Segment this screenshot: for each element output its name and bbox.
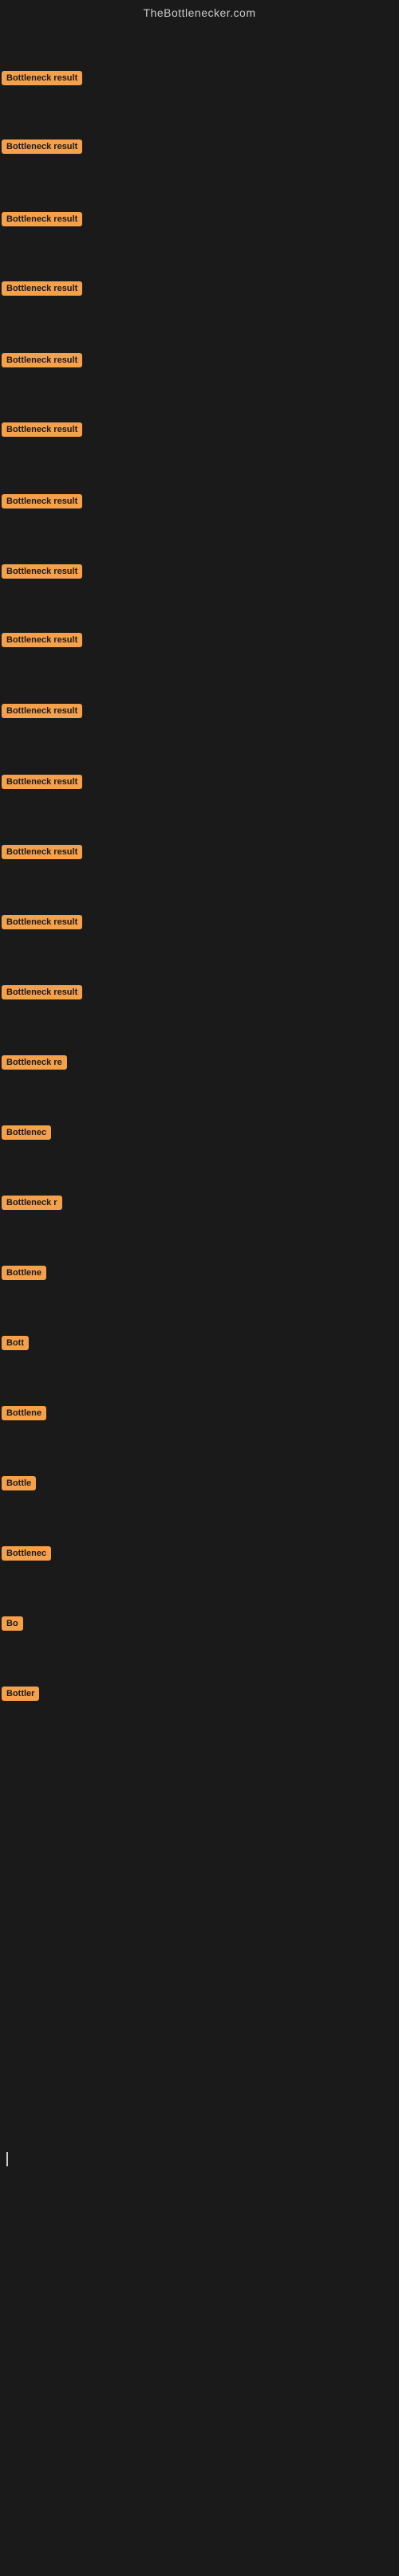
bottleneck-badge: Bottleneck result: [2, 422, 82, 437]
bottleneck-item[interactable]: Bottleneck result: [2, 985, 82, 1003]
bottleneck-badge: Bottleneck result: [2, 633, 82, 647]
bottleneck-badge: Bottleneck result: [2, 71, 82, 85]
bottleneck-badge: Bottlenec: [2, 1125, 51, 1140]
bottleneck-badge: Bottleneck result: [2, 985, 82, 999]
bottleneck-badge: Bottlene: [2, 1406, 46, 1420]
bottleneck-badge: Bottle: [2, 1476, 36, 1490]
bottleneck-item[interactable]: Bottleneck result: [2, 494, 82, 512]
bottleneck-item[interactable]: Bottleneck result: [2, 704, 82, 722]
bottleneck-badge: Bott: [2, 1336, 29, 1350]
bottleneck-item[interactable]: Bottleneck result: [2, 633, 82, 651]
bottleneck-item[interactable]: Bottle: [2, 1476, 36, 1494]
bottleneck-badge: Bottler: [2, 1687, 39, 1701]
bottleneck-item[interactable]: Bottleneck re: [2, 1055, 67, 1074]
bottleneck-badge: Bottleneck result: [2, 212, 82, 226]
bottleneck-item[interactable]: Bottleneck result: [2, 212, 82, 230]
bottleneck-item[interactable]: Bottlene: [2, 1266, 46, 1284]
bottleneck-item[interactable]: Bottleneck result: [2, 564, 82, 583]
bottleneck-badge: Bottleneck result: [2, 564, 82, 579]
bottleneck-badge: Bottleneck result: [2, 494, 82, 509]
bottleneck-item[interactable]: Bottleneck result: [2, 353, 82, 371]
bottleneck-badge: Bottlene: [2, 1266, 46, 1280]
site-title: TheBottlenecker.com: [0, 0, 399, 26]
bottleneck-badge: Bottleneck result: [2, 915, 82, 929]
bottleneck-item[interactable]: Bottleneck result: [2, 422, 82, 441]
bottleneck-item[interactable]: Bottler: [2, 1687, 39, 1705]
bottleneck-item[interactable]: Bott: [2, 1336, 29, 1354]
bottleneck-item[interactable]: Bottleneck result: [2, 139, 82, 158]
bottleneck-badge: Bo: [2, 1616, 23, 1631]
bottleneck-item[interactable]: Bottleneck result: [2, 915, 82, 933]
bottleneck-item[interactable]: Bottlenec: [2, 1125, 51, 1144]
bottleneck-item[interactable]: Bottleneck result: [2, 281, 82, 300]
bottleneck-badge: Bottleneck result: [2, 845, 82, 859]
bottleneck-item[interactable]: Bo: [2, 1616, 23, 1635]
bottleneck-badge: Bottleneck result: [2, 281, 82, 296]
bottleneck-item[interactable]: Bottleneck result: [2, 71, 82, 89]
bottleneck-badge: Bottleneck result: [2, 139, 82, 154]
bottleneck-item[interactable]: Bottlene: [2, 1406, 46, 1424]
bottleneck-badge: Bottlenec: [2, 1546, 51, 1561]
bottleneck-item[interactable]: Bottleneck result: [2, 775, 82, 793]
bottleneck-badge: Bottleneck result: [2, 353, 82, 367]
bottleneck-item[interactable]: Bottleneck result: [2, 845, 82, 863]
bottleneck-badge: Bottleneck r: [2, 1196, 62, 1210]
bottleneck-badge: Bottleneck re: [2, 1055, 67, 1070]
bottleneck-item[interactable]: Bottleneck r: [2, 1196, 62, 1214]
bottleneck-item[interactable]: Bottlenec: [2, 1546, 51, 1565]
bottleneck-badge: Bottleneck result: [2, 704, 82, 718]
bottleneck-badge: Bottleneck result: [2, 775, 82, 789]
